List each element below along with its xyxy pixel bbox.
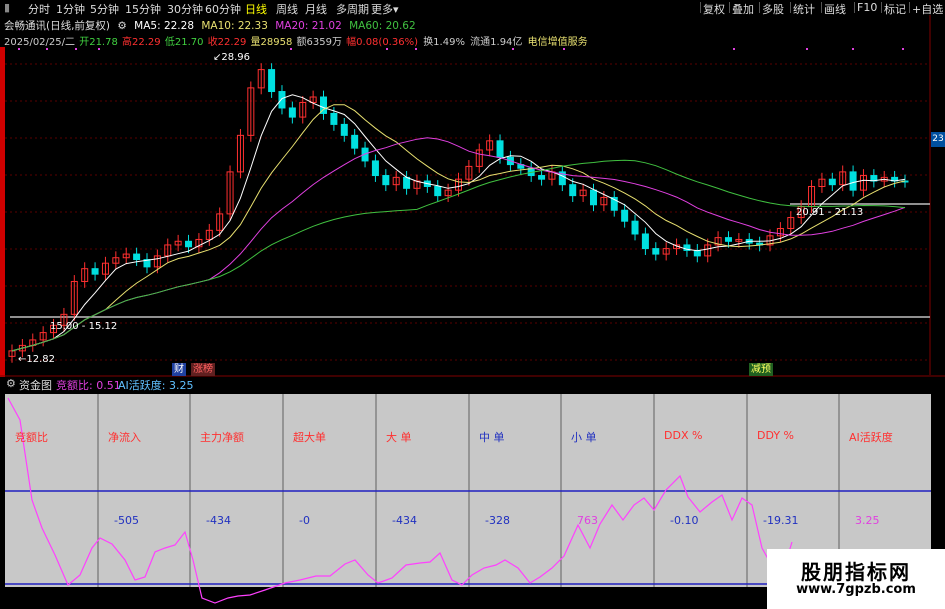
candle-body [268,69,276,93]
candle-body [403,176,411,189]
candle-body [288,107,296,118]
event-dot [733,48,735,50]
event-dot [806,48,808,50]
event-dot [563,48,565,50]
candle-body [340,123,348,136]
candle-body [185,240,193,248]
table-value-8: -19.31 [763,514,799,527]
candle-body [621,209,629,222]
event-dot [852,48,854,50]
watermark-title: 股朋指标网 [801,560,911,584]
event-dot [46,48,48,50]
ma20-line [11,137,906,352]
ai-activity-label: AI活跃度: 3.25 [118,379,194,392]
table-value-9: 3.25 [855,514,880,527]
event-dot [98,48,100,50]
table-value-6: 763 [577,514,598,527]
sub-chart-title[interactable]: 资金图 [19,377,52,393]
ratio-label: 竞额比: 0.51 [56,379,121,392]
table-value-1: -505 [114,514,139,527]
event-dot [18,48,20,50]
candle-body [569,184,577,197]
high-price-label: ↙28.96 [213,52,251,63]
event-dot [512,48,514,50]
candle-body [589,189,597,206]
candle-body [382,175,390,186]
resist-range-label: 20.91 - 21.13 [796,207,864,218]
candle-body [371,160,379,177]
candle-body [91,268,99,275]
sub-settings-icon[interactable]: ⚙ [6,377,16,390]
candle-body [330,112,338,125]
table-header-3: 超大单 [293,431,326,444]
table-header-6: 小 单 [571,431,597,444]
candle-body [351,134,359,149]
table-header-2: 主力净额 [200,431,244,444]
table-value-7: -0.10 [670,514,699,527]
event-dot [75,48,77,50]
event-dot [386,48,388,50]
watermark-url: www.7gpzb.com [796,582,916,597]
table-header-4: 大 单 [386,431,412,444]
table-header-7: DDX % [664,429,703,442]
kline-chart[interactable] [0,0,945,609]
price-axis-tag: 23 [931,132,945,147]
table-value-3: -0 [299,514,310,527]
low-price-value: 12.82 [26,354,56,365]
table-header-0: 竞额比 [15,431,48,444]
candle-body [631,220,639,235]
table-value-5: -328 [485,514,510,527]
event-tag-cai[interactable]: 财 [172,363,186,376]
ma10-line [11,104,906,352]
candle-body [434,185,442,197]
event-tag-zhang[interactable]: 涨榜 [191,363,215,376]
support-range-label: 15.00 - 15.12 [50,321,118,332]
event-dot [902,48,904,50]
low-price-label: ←12.82 [18,354,56,365]
candle-body [538,175,546,180]
candle-body [849,171,857,191]
table-value-2: -434 [206,514,231,527]
candle-body [652,248,660,255]
event-dot [290,48,292,50]
ma5-line [11,94,906,352]
candle-body [828,178,836,186]
candle-body [278,91,286,109]
event-tag-jian[interactable]: 减预 [749,363,773,376]
candle-body [724,237,732,242]
candle-body [496,140,504,158]
high-price-value: 28.96 [221,52,251,63]
watermark: 股朋指标网 www.7gpzb.com [767,549,945,609]
candle-body [641,233,649,250]
table-header-1: 净流入 [108,431,141,444]
event-dot [415,48,417,50]
candle-body [133,253,141,261]
table-value-4: -434 [392,514,417,527]
sub-chart-header: ⚙ 资金图 竞额比: 0.51 AI活跃度: 3.25 [0,377,945,393]
table-header-5: 中 单 [479,431,505,444]
table-header-9: AI活跃度 [849,431,893,444]
table-header-8: DDY % [757,429,795,442]
